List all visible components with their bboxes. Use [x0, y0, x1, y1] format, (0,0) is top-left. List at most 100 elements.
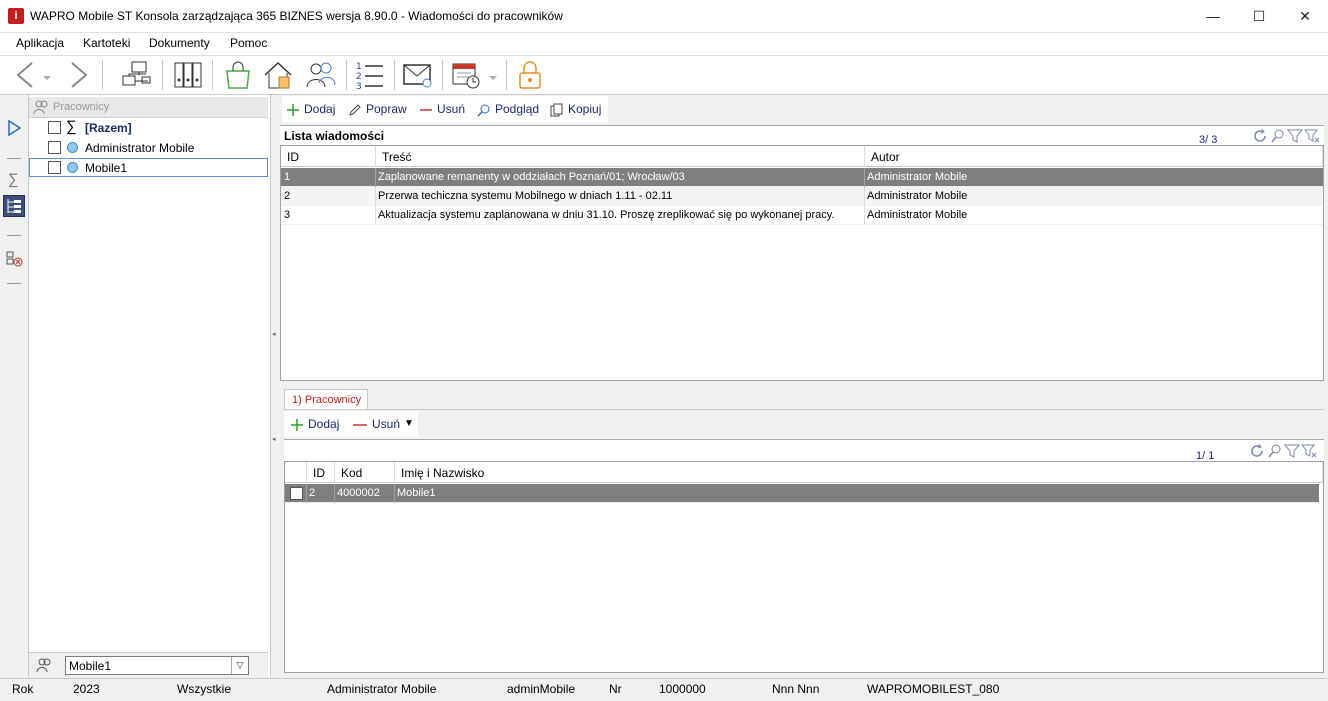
cell-author: Administrator Mobile — [867, 209, 968, 221]
menu-kartoteki[interactable]: Kartoteki — [83, 36, 130, 50]
strip-divider — [7, 235, 21, 236]
menu-dokumenty[interactable]: Dokumenty — [149, 36, 210, 50]
sum-icon: ∑ — [66, 118, 77, 135]
magnifier-icon — [477, 104, 490, 117]
refresh-icon[interactable] — [1249, 443, 1265, 459]
plus-icon — [291, 418, 303, 431]
menu-pomoc[interactable]: Pomoc — [230, 36, 267, 50]
tree-item-mobile1[interactable]: Mobile1 — [29, 158, 268, 177]
home-icon[interactable] — [262, 59, 294, 91]
left-tool-strip: ∑ — [0, 95, 29, 677]
clear-filter-icon[interactable] — [1301, 443, 1317, 459]
row-checkbox[interactable] — [290, 487, 303, 500]
user-dot-icon — [67, 162, 78, 173]
svg-text:1: 1 — [356, 62, 362, 72]
tab-divider — [284, 409, 1324, 410]
preview-message-button[interactable]: Podgląd — [477, 102, 539, 117]
messages-action-bar: Dodaj Popraw Usuń Podgląd Kopiuj — [282, 96, 608, 122]
chevron-down-icon[interactable]: ▼ — [404, 418, 414, 429]
svg-text:3: 3 — [356, 82, 362, 91]
forward-arrow-icon[interactable] — [62, 59, 94, 91]
tree-item-administrator-mobile[interactable]: Administrator Mobile — [29, 138, 268, 157]
column-header-name[interactable]: Imię i Nazwisko — [395, 462, 1323, 483]
minimize-button[interactable]: — — [1190, 0, 1236, 32]
column-header-id[interactable]: ID — [307, 462, 335, 483]
column-header-code[interactable]: Kod — [335, 462, 395, 483]
table-row[interactable]: 1 Zaplanowane remanenty w oddziałach Poz… — [281, 168, 1323, 187]
message-envelope-icon[interactable] — [402, 59, 434, 91]
plus-icon — [287, 103, 299, 116]
cell-author: Administrator Mobile — [867, 171, 968, 183]
back-history-dropdown-icon[interactable] — [40, 59, 54, 91]
column-header-id[interactable]: ID — [281, 146, 376, 167]
collapse-left-icon[interactable]: ◂ — [272, 330, 278, 338]
messages-title: Lista wiadomości — [284, 129, 385, 143]
menu-aplikacja[interactable]: Aplikacja — [16, 36, 64, 50]
cell-separator — [394, 484, 395, 503]
collapse-left-icon[interactable]: ◂ — [272, 435, 278, 443]
tree-checkbox[interactable] — [48, 161, 61, 174]
panel-splitter[interactable]: ◂ ◂ — [271, 95, 279, 677]
copy-message-button[interactable]: Kopiuj — [550, 102, 601, 117]
employee-select-value: Mobile1 — [69, 659, 112, 673]
tree-item-label: [Razem] — [85, 121, 132, 135]
toolbar-separator — [162, 60, 163, 90]
employees-tree-panel: Pracownicy ∑ [Razem] Administrator Mobil… — [29, 95, 271, 677]
add-message-button[interactable]: Dodaj — [286, 102, 335, 117]
maximize-button[interactable]: ☐ — [1236, 0, 1282, 32]
back-arrow-icon[interactable] — [10, 59, 42, 91]
search-icon[interactable] — [1270, 128, 1286, 144]
refresh-icon[interactable] — [1252, 128, 1268, 144]
tree-view-toggle-button[interactable] — [3, 195, 25, 217]
uncheck-all-icon[interactable] — [5, 250, 23, 268]
svg-text:2: 2 — [356, 72, 362, 82]
column-header-author[interactable]: Autor — [865, 146, 1323, 167]
cell-separator — [864, 206, 865, 225]
status-year-label: Rok — [12, 682, 34, 696]
users-icon[interactable] — [304, 59, 336, 91]
copy-icon — [550, 103, 563, 117]
filter-icon[interactable] — [1287, 128, 1303, 144]
search-icon[interactable] — [1267, 443, 1283, 459]
edit-message-button[interactable]: Popraw — [348, 102, 407, 117]
title-bar: i WAPRO Mobile ST Konsola zarządzająca 3… — [0, 0, 1328, 33]
messages-grid: ID Treść Autor 1 Zaplanowane remanenty w… — [280, 145, 1324, 381]
table-row[interactable]: 2 Przerwa techiczna systemu Mobilnego w … — [281, 187, 1323, 206]
clear-filter-icon[interactable] — [1304, 128, 1320, 144]
tree-header-label: Pracownicy — [53, 101, 110, 113]
table-row[interactable]: 2 4000002 Mobile1 — [285, 484, 1319, 503]
chevron-down-icon[interactable]: ▽ — [231, 657, 248, 674]
lock-icon[interactable] — [514, 59, 546, 91]
employee-select[interactable]: Mobile1 ▽ — [65, 656, 249, 675]
numbered-list-icon[interactable]: 123 — [354, 59, 386, 91]
cell-content: Przerwa techiczna systemu Mobilnego w dn… — [378, 190, 673, 202]
toolbar-separator — [506, 60, 507, 90]
calendar-dropdown-icon[interactable] — [486, 59, 500, 91]
sum-icon[interactable]: ∑ — [8, 171, 19, 188]
toolbar-separator — [394, 60, 395, 90]
table-row[interactable]: 3 Aktualizacja systemu zaplanowana w dni… — [281, 206, 1323, 225]
close-button[interactable]: ✕ — [1282, 0, 1328, 32]
status-nr-label: Nr — [609, 682, 622, 696]
filter-icon[interactable] — [1284, 443, 1300, 459]
tab-pracownicy[interactable]: 1) Pracownicy — [284, 389, 368, 410]
expand-play-icon[interactable] — [5, 119, 23, 137]
network-icon[interactable] — [120, 59, 152, 91]
minus-icon — [353, 424, 367, 426]
shopping-bag-icon[interactable] — [222, 59, 254, 91]
status-nnn: Nnn Nnn — [772, 682, 820, 696]
tree-checkbox[interactable] — [48, 121, 61, 134]
tree-checkbox[interactable] — [48, 141, 61, 154]
delete-message-button[interactable]: Usuń — [419, 102, 465, 117]
add-worker-button[interactable]: Dodaj — [290, 417, 339, 432]
remove-worker-button[interactable]: Usuń — [352, 417, 400, 432]
user-dot-icon — [67, 142, 78, 153]
tree-item-razem[interactable]: ∑ [Razem] — [29, 118, 268, 137]
column-header-content[interactable]: Treść — [376, 146, 865, 167]
menu-bar: Aplikacja Kartoteki Dokumenty Pomoc — [0, 33, 1328, 56]
workers-action-bar: Dodaj Usuń ▼ — [284, 411, 418, 437]
cell-name: Mobile1 — [397, 487, 436, 499]
binders-icon[interactable] — [172, 59, 204, 91]
pencil-icon — [349, 104, 361, 116]
calendar-clock-icon[interactable] — [450, 59, 482, 91]
